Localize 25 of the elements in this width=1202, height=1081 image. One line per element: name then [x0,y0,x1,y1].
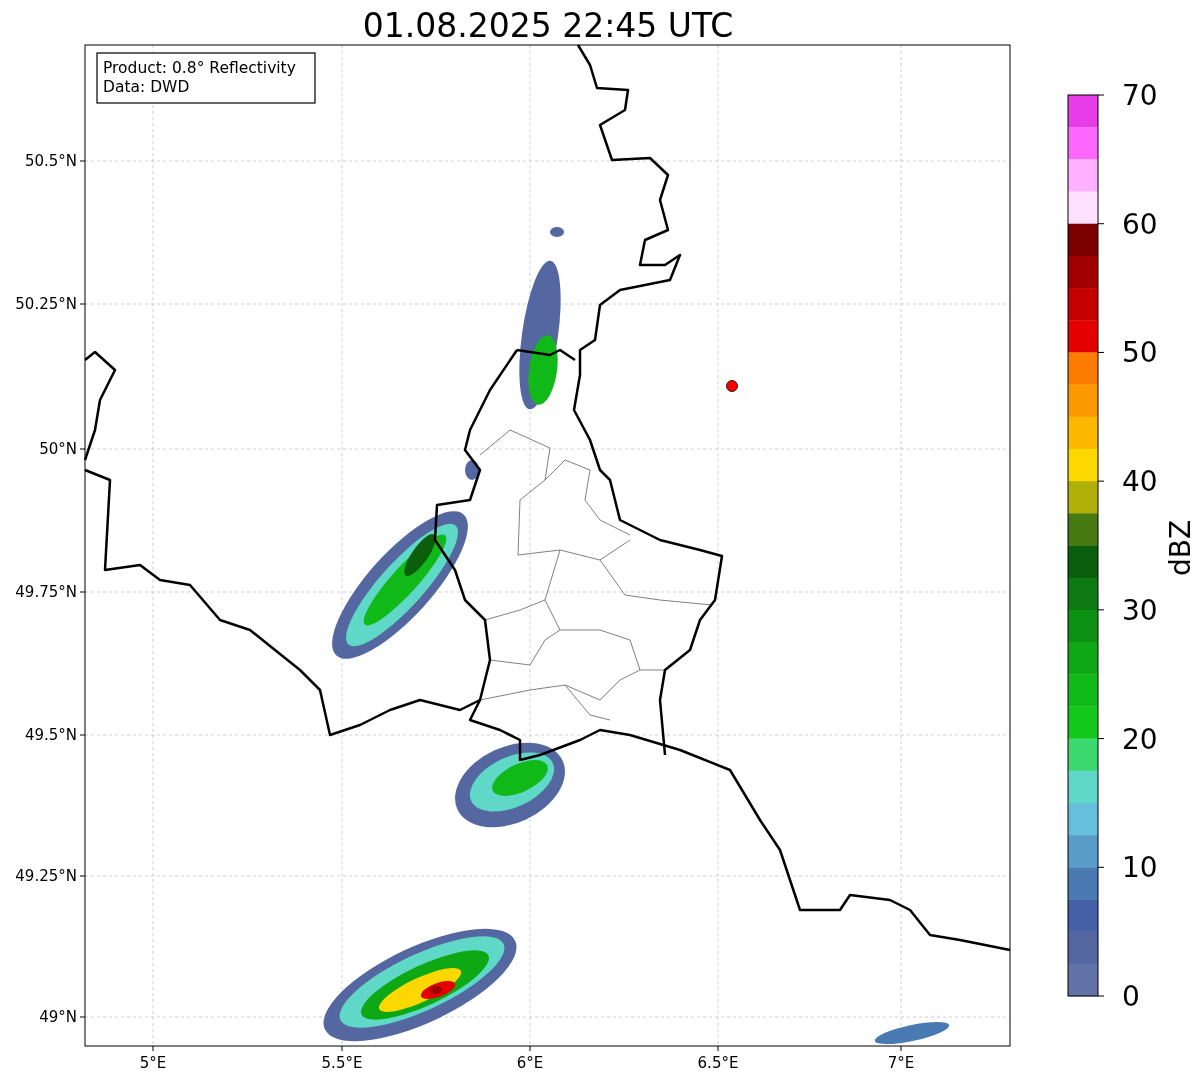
colorbar-tick-label: 70 [1122,79,1158,112]
colorbar-tick-label: 60 [1122,207,1158,241]
colorbar-tick-label: 0 [1122,980,1140,1013]
chart-title: 01.08.2025 22:45 UTC [362,6,734,45]
y-tick-label: 50.25°N [15,295,77,313]
y-tick-label: 50°N [39,440,77,458]
info-text: Product: 0.8° Reflectivity [103,59,296,77]
colorbar-tick-label: 50 [1122,336,1158,370]
location-dot [726,380,738,392]
y-tick-label: 49.75°N [15,583,77,601]
colorbar-tick-label: 20 [1122,722,1158,756]
x-tick-label: 6.5°E [697,1054,739,1072]
info-text: Data: DWD [103,78,190,96]
colorbar-label: dBZ [1164,519,1197,577]
colorbar-tick-label: 40 [1122,465,1158,499]
x-tick-label: 7°E [887,1054,915,1072]
y-tick-label: 49.5°N [24,726,77,744]
x-tick-label: 5.5°E [321,1054,363,1072]
y-tick-label: 49.25°N [15,867,77,885]
x-tick-label: 5°E [139,1054,167,1072]
colorbar-tick-label: 30 [1122,593,1158,627]
y-tick-label: 50.5°N [24,152,77,170]
x-tick-label: 6°E [516,1054,544,1072]
colorbar-tick-label: 10 [1122,851,1158,885]
y-tick-label: 49°N [39,1008,77,1026]
